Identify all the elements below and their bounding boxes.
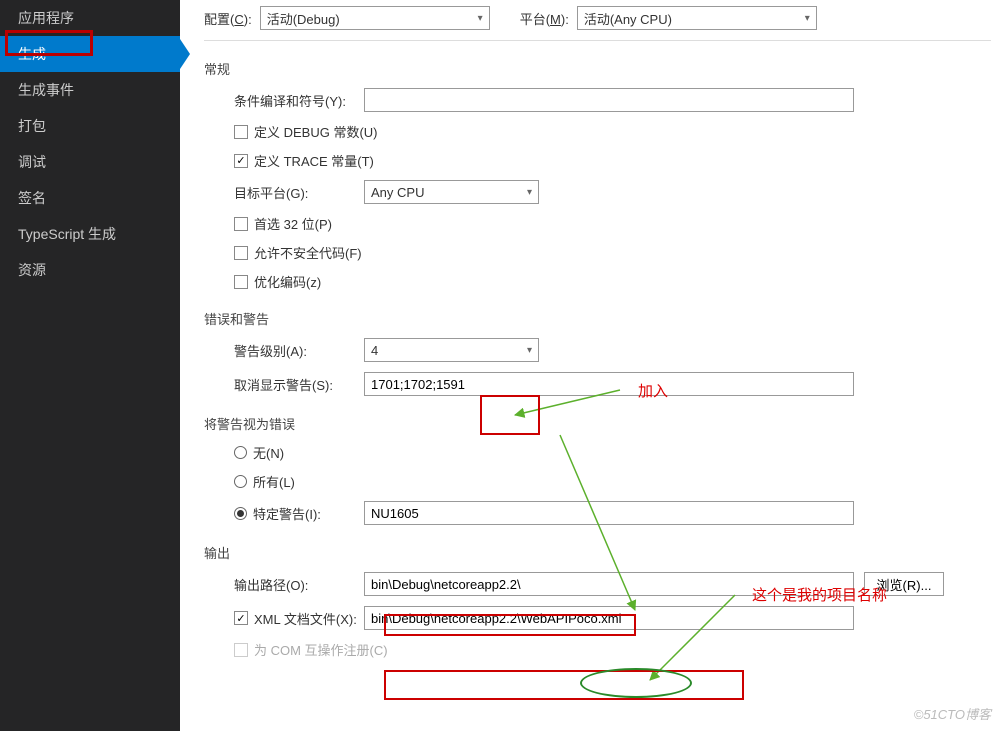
output-path-label: 输出路径(O):: [204, 575, 364, 594]
com-checkbox: [234, 643, 248, 657]
chevron-down-icon: ▾: [805, 13, 810, 24]
cond-symbols-input[interactable]: [364, 88, 854, 112]
config-label: 配置(C):: [204, 9, 252, 28]
section-output-title: 输出: [204, 543, 991, 562]
config-row: 配置(C): 活动(Debug) ▾ 平台(M): 活动(Any CPU) ▾: [204, 6, 991, 30]
all-label: 所有(L): [253, 472, 295, 491]
sidebar-item-debug[interactable]: 调试: [0, 144, 180, 180]
section-warnings-title: 错误和警告: [204, 309, 991, 328]
annotation-project-text: 这个是我的项目名称: [752, 584, 887, 605]
target-platform-value: Any CPU: [371, 185, 424, 200]
debug-const-label: 定义 DEBUG 常数(U): [254, 122, 378, 141]
sidebar-item-package[interactable]: 打包: [0, 108, 180, 144]
chevron-down-icon: ▾: [527, 187, 532, 198]
specific-input[interactable]: [364, 501, 854, 525]
optimize-label: 优化编码(z): [254, 272, 321, 291]
sidebar-item-resources[interactable]: 资源: [0, 252, 180, 288]
xml-label: XML 文档文件(X):: [254, 609, 357, 628]
optimize-checkbox[interactable]: [234, 275, 248, 289]
warning-level-label: 警告级别(A):: [204, 341, 364, 360]
warning-level-dropdown[interactable]: 4 ▾: [364, 338, 539, 362]
section-treat-as-error-title: 将警告视为错误: [204, 414, 991, 433]
xml-checkbox[interactable]: [234, 611, 248, 625]
suppress-input[interactable]: [364, 372, 854, 396]
prefer32-label: 首选 32 位(P): [254, 214, 332, 233]
annotation-red-box-sidebar: [5, 30, 93, 56]
chevron-down-icon: ▾: [478, 13, 483, 24]
all-radio[interactable]: [234, 475, 247, 488]
section-general-title: 常规: [204, 59, 991, 78]
chevron-down-icon: ▾: [527, 345, 532, 356]
prefer32-checkbox[interactable]: [234, 217, 248, 231]
trace-const-label: 定义 TRACE 常量(T): [254, 151, 374, 170]
trace-const-checkbox[interactable]: [234, 154, 248, 168]
suppress-label: 取消显示警告(S):: [204, 375, 364, 394]
config-value: 活动(Debug): [267, 9, 340, 28]
platform-label: 平台(M):: [520, 9, 569, 28]
platform-dropdown[interactable]: 活动(Any CPU) ▾: [577, 6, 817, 30]
sidebar-item-typescript[interactable]: TypeScript 生成: [0, 216, 180, 252]
none-radio[interactable]: [234, 446, 247, 459]
sidebar: 应用程序 生成 生成事件 打包 调试 签名 TypeScript 生成 资源: [0, 0, 180, 731]
sidebar-item-build-events[interactable]: 生成事件: [0, 72, 180, 108]
unsafe-label: 允许不安全代码(F): [254, 243, 362, 262]
annotation-add-text: 加入: [638, 380, 668, 401]
main-panel: 配置(C): 活动(Debug) ▾ 平台(M): 活动(Any CPU) ▾ …: [180, 0, 1001, 731]
xml-input[interactable]: [364, 606, 854, 630]
target-platform-dropdown[interactable]: Any CPU ▾: [364, 180, 539, 204]
specific-label: 特定警告(I):: [253, 504, 321, 523]
sidebar-item-sign[interactable]: 签名: [0, 180, 180, 216]
config-dropdown[interactable]: 活动(Debug) ▾: [260, 6, 490, 30]
target-platform-label: 目标平台(G):: [204, 183, 364, 202]
debug-const-checkbox[interactable]: [234, 125, 248, 139]
com-label: 为 COM 互操作注册(C): [254, 640, 388, 659]
watermark: ©51CTO博客: [914, 704, 991, 723]
platform-value: 活动(Any CPU): [584, 9, 672, 28]
unsafe-checkbox[interactable]: [234, 246, 248, 260]
none-label: 无(N): [253, 443, 284, 462]
cond-symbols-label: 条件编译和符号(Y):: [204, 91, 364, 110]
warning-level-value: 4: [371, 343, 378, 358]
specific-radio[interactable]: [234, 507, 247, 520]
